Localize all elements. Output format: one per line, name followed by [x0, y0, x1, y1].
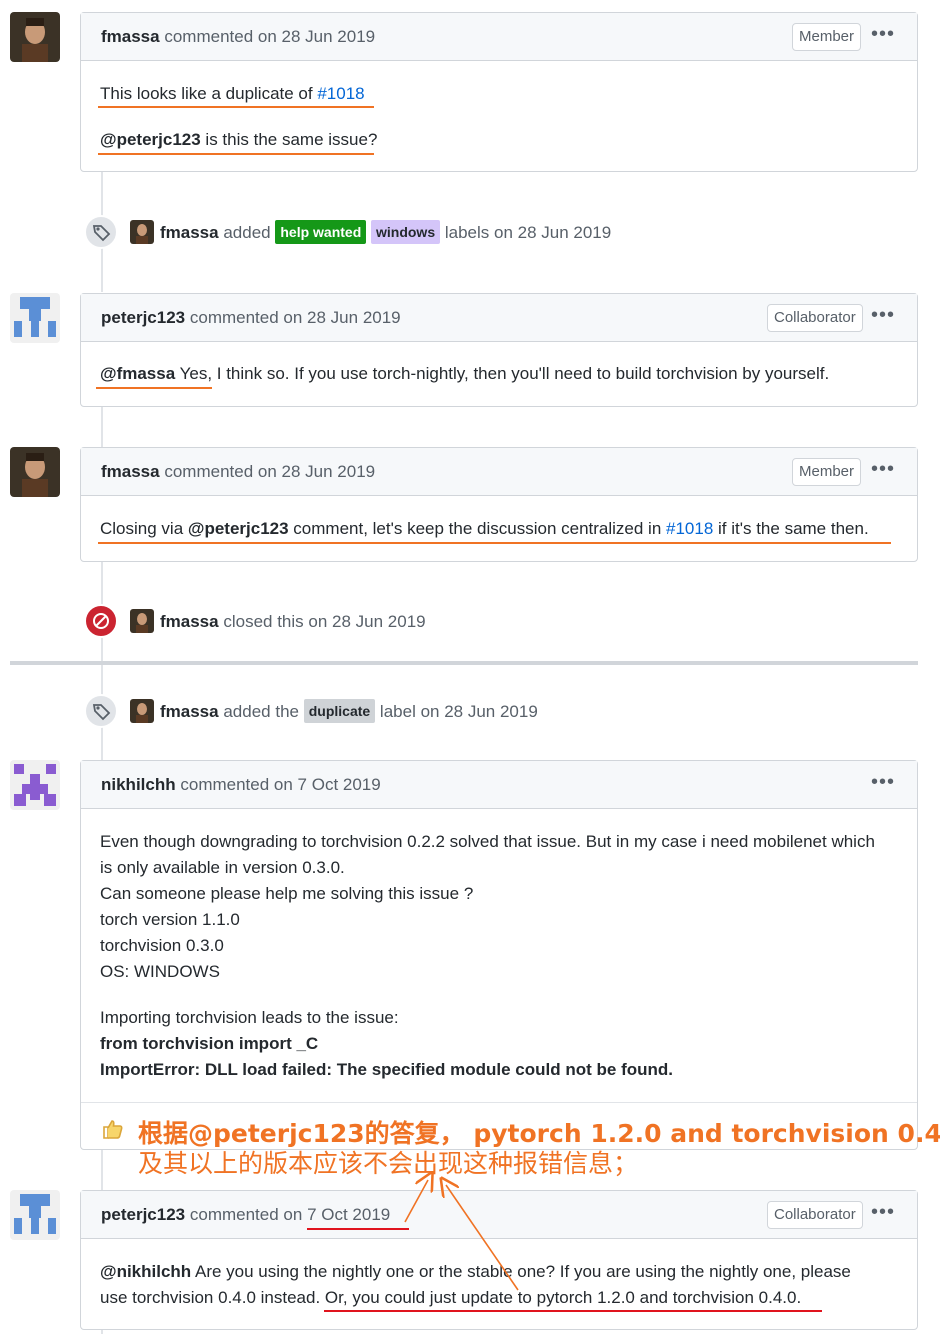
- arrow-to-answer: [446, 1185, 519, 1291]
- annotation-arrows: [404, 0, 519, 1291]
- arrow-to-date: [404, 1180, 428, 1223]
